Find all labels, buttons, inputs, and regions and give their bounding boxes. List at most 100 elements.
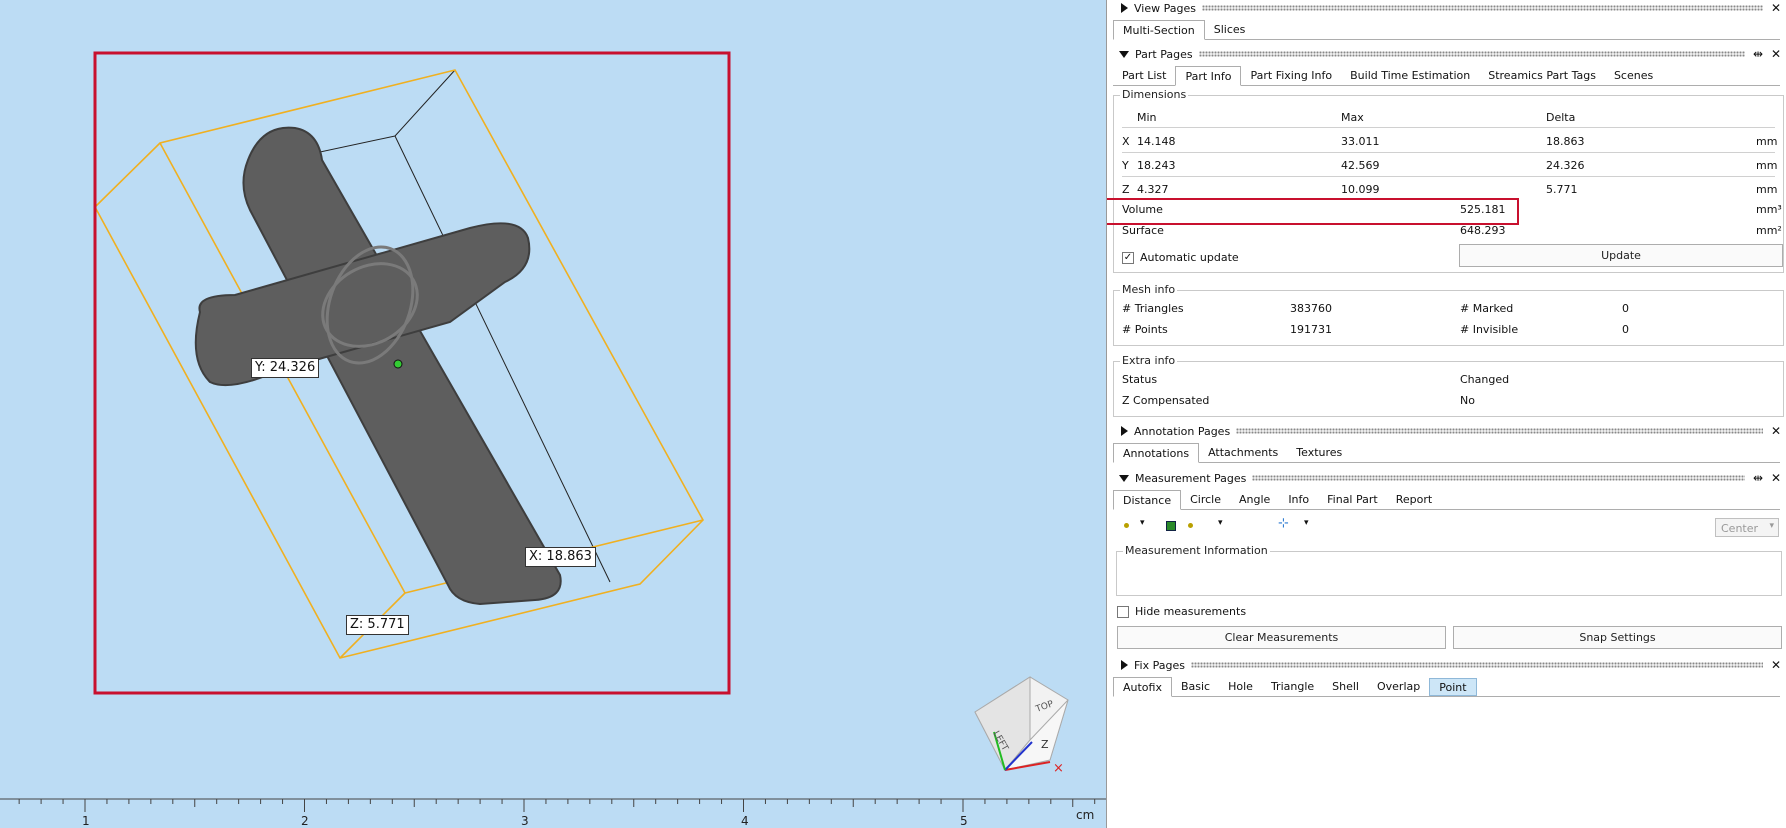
close-icon[interactable]: ✕ [1769,1,1783,15]
dimensions-title: Dimensions [1120,88,1189,101]
close-icon[interactable]: ✕ [1769,47,1783,61]
ruler-tick-label: 5 [960,814,968,828]
tab-multi-section[interactable]: Multi-Section [1113,20,1205,40]
tab-overlap[interactable]: Overlap [1368,678,1429,696]
collapse-icon[interactable] [1119,474,1129,482]
tab-streamics-part-tags[interactable]: Streamics Part Tags [1479,67,1605,85]
tab-autofix[interactable]: Autofix [1113,677,1172,697]
tab-angle[interactable]: Angle [1230,491,1279,509]
marked-value: 0 [1622,302,1629,315]
invisible-label: # Invisible [1460,323,1519,336]
col-min: Min [1137,111,1157,124]
tab-distance[interactable]: Distance [1113,490,1182,510]
tab-shell[interactable]: Shell [1323,678,1368,696]
max-value: 33.011 [1341,135,1380,148]
fix-pages-header[interactable]: Fix Pages ✕ [1107,657,1786,673]
max-value: 42.569 [1341,159,1380,172]
min-value: 18.243 [1137,159,1176,172]
close-icon[interactable]: ✕ [1769,471,1783,485]
col-max: Max [1341,111,1364,124]
dim-label-z: Z: 5.771 [346,615,409,635]
drag-handle[interactable] [1236,428,1763,434]
delta-value: 24.326 [1546,159,1585,172]
point-tool-icon[interactable] [1124,523,1129,528]
tab-scenes[interactable]: Scenes [1605,67,1662,85]
min-value: 4.327 [1137,183,1169,196]
plane-tool-icon[interactable] [1166,521,1176,531]
tab-slices[interactable]: Slices [1205,21,1255,39]
pin-icon[interactable]: ⇹ [1751,471,1765,485]
expand-icon[interactable] [1121,426,1128,436]
chevron-down-icon[interactable]: ▾ [1218,518,1223,528]
delta-value: 18.863 [1546,135,1585,148]
3d-viewport[interactable]: TOP LEFT Z × Y: 24.326 X: 18.863 Z: 5.77… [0,0,1106,828]
close-icon[interactable]: ✕ [1769,424,1783,438]
clear-measurements-button[interactable]: Clear Measurements [1117,626,1446,649]
tab-textures[interactable]: Textures [1287,444,1351,462]
volume-unit: mm³ [1756,203,1782,216]
drag-handle[interactable] [1252,475,1745,481]
measurement-information-box: Measurement Information [1116,544,1782,596]
tab-point[interactable]: Point [1429,678,1477,696]
automatic-update-label: Automatic update [1140,251,1239,264]
ruler-tick-label: 1 [82,814,90,828]
tab-basic[interactable]: Basic [1172,678,1219,696]
tab-annotations[interactable]: Annotations [1113,443,1200,463]
tab-build-time-estimation[interactable]: Build Time Estimation [1341,67,1479,85]
tab-report[interactable]: Report [1387,491,1441,509]
mesh-row: # Points 191731 # Invisible 0 [1114,318,1783,340]
snap-mode-select[interactable]: Center ▾ [1715,518,1779,537]
axis-tool-icon[interactable]: ⊹ [1278,516,1289,531]
min-value: 14.148 [1137,135,1176,148]
tab-info[interactable]: Info [1279,491,1318,509]
bbox-edge [394,69,456,137]
ruler-tick-label: 3 [521,814,529,828]
dimension-row-z: Z 4.327 10.099 5.771 mm [1114,178,1783,200]
view-pages-tabs: Multi-Section Slices [1113,20,1780,40]
close-icon[interactable]: ✕ [1769,658,1783,672]
annotation-pages-header[interactable]: Annotation Pages ✕ [1107,423,1786,439]
pin-icon[interactable]: ⇹ [1751,47,1765,61]
dimension-row-y: Y 18.243 42.569 24.326 mm [1114,154,1783,176]
hide-measurements-checkbox[interactable] [1117,606,1129,618]
surface-value: 648.293 [1460,224,1506,237]
scene-canvas[interactable]: TOP LEFT Z × [0,0,1106,828]
col-delta: Delta [1546,111,1576,124]
delta-value: 5.771 [1546,183,1578,196]
tab-triangle[interactable]: Triangle [1262,678,1323,696]
invisible-value: 0 [1622,323,1629,336]
expand-icon[interactable] [1121,660,1128,670]
view-pages-title: View Pages [1134,1,1196,15]
view-pages-header[interactable]: View Pages ✕ [1107,0,1786,16]
update-button[interactable]: Update [1459,244,1783,267]
point-pick-icon[interactable] [1188,523,1193,528]
axis-label: Y [1122,159,1129,172]
expand-icon[interactable] [1121,3,1128,13]
tab-final-part[interactable]: Final Part [1318,491,1387,509]
tab-part-info[interactable]: Part Info [1175,66,1242,86]
drag-handle[interactable] [1201,5,1763,11]
tab-part-fixing-info[interactable]: Part Fixing Info [1241,67,1341,85]
drag-handle[interactable] [1198,51,1745,57]
mesh-info-title: Mesh info [1120,283,1178,296]
chevron-down-icon[interactable]: ▾ [1140,518,1145,528]
drag-handle[interactable] [1190,662,1763,668]
tab-circle[interactable]: Circle [1181,491,1230,509]
extra-info-title: Extra info [1120,354,1178,367]
annotation-pages-tabs: Annotations Attachments Textures [1113,443,1780,463]
fix-pages-title: Fix Pages [1134,658,1185,672]
mesh-info-group: Mesh info # Triangles 383760 # Marked 0 … [1113,283,1784,346]
tab-hole[interactable]: Hole [1219,678,1262,696]
automatic-update-checkbox[interactable]: ✓ [1122,252,1134,264]
collapse-icon[interactable] [1119,50,1129,58]
tab-part-list[interactable]: Part List [1113,67,1175,85]
tab-attachments[interactable]: Attachments [1199,444,1287,462]
part-pages-header[interactable]: Part Pages ⇹ ✕ [1107,46,1786,62]
triangles-value: 383760 [1290,302,1332,315]
side-panel: View Pages ✕ Multi-Section Slices Part P… [1106,0,1786,828]
chevron-down-icon[interactable]: ▾ [1304,518,1309,528]
measurement-pages-header[interactable]: Measurement Pages ⇹ ✕ [1107,470,1786,486]
measurement-toolbar: ▾ ▾ ⊹ ▾ Center ▾ [1107,516,1786,540]
snap-settings-button[interactable]: Snap Settings [1453,626,1782,649]
unit: mm [1756,135,1778,148]
